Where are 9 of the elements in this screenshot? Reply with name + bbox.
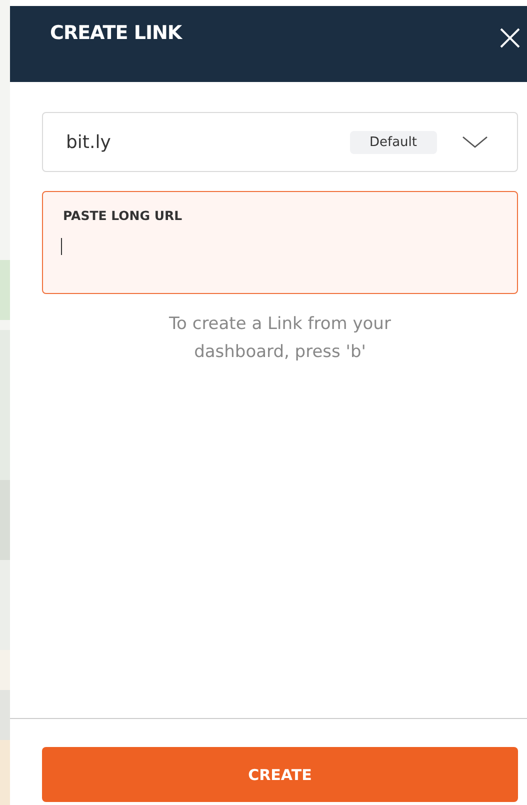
dropdown-value: bit.ly [66,132,112,152]
panel-title: CREATE LINK [50,22,182,44]
close-icon [499,27,521,49]
url-field[interactable]: PASTE LONG URL [42,191,518,294]
text-cursor [61,238,62,255]
close-button[interactable] [499,27,521,49]
domain-dropdown[interactable]: bit.ly Default [42,112,518,172]
hint-text: To create a Link from your dashboard, press 'b' [168,313,392,364]
default-badge: Default [350,130,437,154]
